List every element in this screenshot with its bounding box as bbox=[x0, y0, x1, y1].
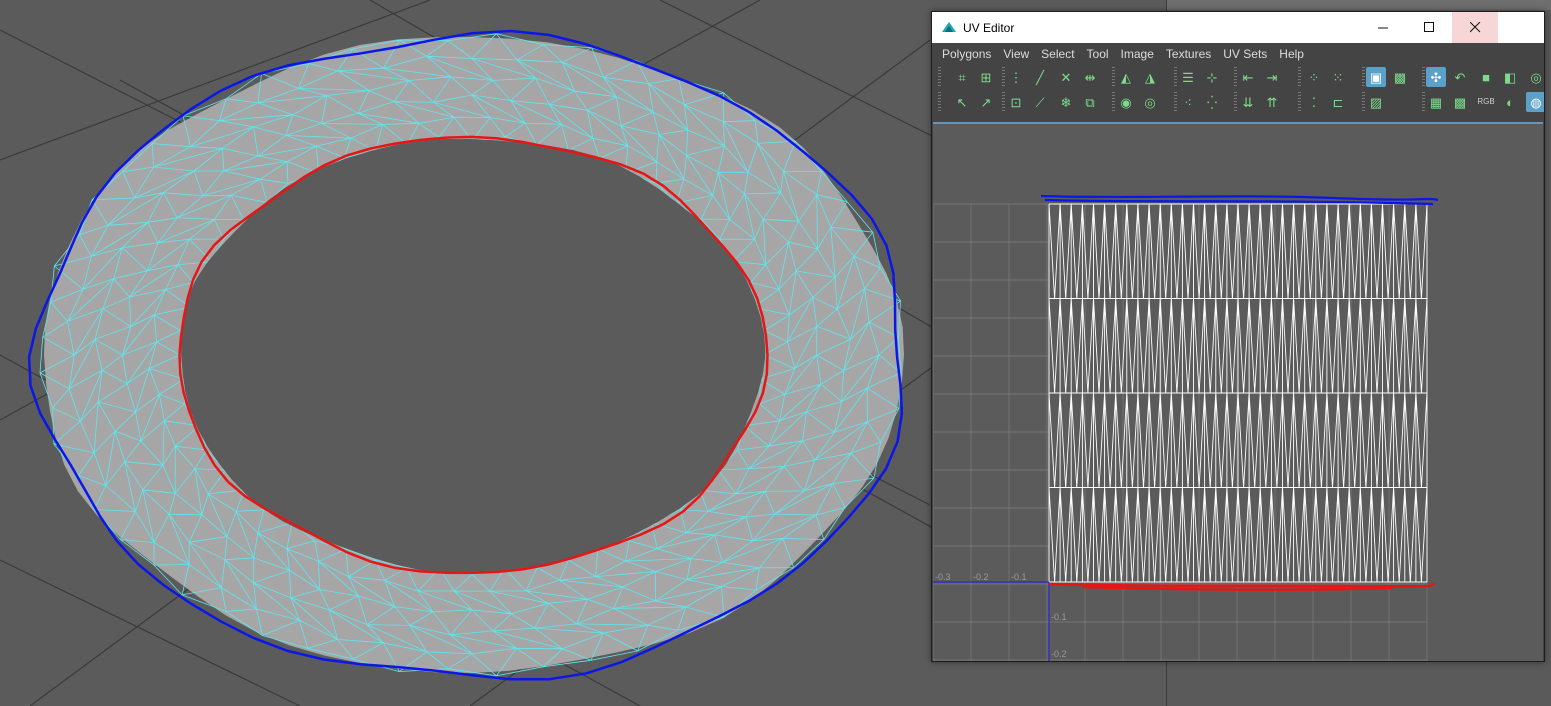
toolbar-grip[interactable] bbox=[1174, 92, 1177, 112]
v-tick-label: -0.1 bbox=[1051, 612, 1067, 622]
uv-canvas-drawing[interactable]: -0.3 -0.2 -0.1 -0.1 -0.2 bbox=[933, 124, 1543, 661]
uv-bottom-edge-annotation bbox=[1048, 582, 1436, 592]
move-up-icon[interactable]: ⇈ bbox=[1262, 92, 1282, 112]
toolbar-row-1: ⌗ ⊞ ⋮ ╱ ✕ ⇹ ◭ ◮ ☰ ⊹ ⇤ ⇥ ⁘ ⁙ ▣ ▩ ✣ ↶ ■ ◧ ◎ bbox=[932, 67, 1544, 91]
symmetrize-icon[interactable]: ⟋ bbox=[1030, 92, 1050, 112]
uv-shell-wireframe bbox=[1048, 203, 1428, 583]
toolbar-grip[interactable] bbox=[1002, 67, 1005, 87]
move-right-icon[interactable]: ⇥ bbox=[1262, 67, 1282, 87]
rgb-icon[interactable]: RGB bbox=[1476, 92, 1496, 112]
menu-help[interactable]: Help bbox=[1273, 47, 1310, 61]
menu-textures[interactable]: Textures bbox=[1160, 47, 1217, 61]
u-tick-label: -0.1 bbox=[1011, 572, 1027, 582]
close-icon bbox=[1469, 22, 1480, 33]
split-uv-icon[interactable]: ⇹ bbox=[1080, 67, 1100, 87]
shaded-sphere-icon[interactable]: ◐ bbox=[1500, 92, 1520, 112]
move-down-icon[interactable]: ⇊ bbox=[1238, 92, 1258, 112]
toolbar-grip[interactable] bbox=[1422, 92, 1425, 112]
normalize-icon[interactable]: ⁛ bbox=[1202, 92, 1222, 112]
toolbar-grip[interactable] bbox=[1174, 67, 1177, 87]
u-tick-label: -0.3 bbox=[935, 572, 951, 582]
unfold-icon[interactable]: ⊡ bbox=[1006, 92, 1026, 112]
toolbar-grip[interactable] bbox=[1112, 92, 1115, 112]
uv-edges bbox=[1048, 203, 1428, 583]
uv-editor-window[interactable]: UV Editor Polygons View Select Tool Imag… bbox=[931, 11, 1545, 662]
uv-unpin-icon[interactable]: ⊏ bbox=[1328, 92, 1348, 112]
window-title: UV Editor bbox=[963, 20, 1015, 35]
menu-tool[interactable]: Tool bbox=[1081, 47, 1115, 61]
maximize-icon bbox=[1423, 22, 1434, 32]
rotate-ccw-icon[interactable]: ◎ bbox=[1140, 92, 1160, 112]
ring-inner-hole bbox=[181, 139, 766, 574]
toolbar-grip[interactable] bbox=[1422, 67, 1425, 87]
maya-app-icon bbox=[942, 21, 956, 32]
pattern-icon[interactable]: ▩ bbox=[1450, 92, 1470, 112]
menu-uv-sets[interactable]: UV Sets bbox=[1217, 47, 1273, 61]
uv-axes bbox=[933, 581, 1050, 661]
side-panel-strip bbox=[1166, 0, 1551, 10]
toolbar-grip[interactable] bbox=[1234, 92, 1237, 112]
move-left-icon[interactable]: ⇤ bbox=[1238, 67, 1258, 87]
u-tick-label: -0.2 bbox=[973, 572, 989, 582]
toolbar-grip[interactable] bbox=[1298, 67, 1301, 87]
freeze-icon[interactable]: ❄ bbox=[1056, 92, 1076, 112]
lasso-icon[interactable]: ↗ bbox=[976, 92, 996, 112]
delete-edge-icon[interactable]: ✕ bbox=[1056, 67, 1076, 87]
menu-image[interactable]: Image bbox=[1115, 47, 1160, 61]
uv-editor-menubar: Polygons View Select Tool Image Textures… bbox=[932, 43, 1544, 64]
select-border-icon[interactable]: ⁙ bbox=[1328, 67, 1348, 87]
menu-view[interactable]: View bbox=[997, 47, 1035, 61]
color-icon[interactable]: ■ bbox=[1476, 67, 1496, 87]
close-button[interactable] bbox=[1452, 12, 1498, 43]
uv-grid-icon[interactable]: ⌗ bbox=[952, 67, 972, 87]
toolbar-grip[interactable] bbox=[1362, 67, 1365, 87]
uv-snap-icon[interactable]: ⊞ bbox=[976, 67, 996, 87]
menu-select[interactable]: Select bbox=[1035, 47, 1080, 61]
shading-icon[interactable]: ◎ bbox=[1526, 67, 1544, 87]
rotate-uv-icon[interactable]: ↶ bbox=[1450, 67, 1470, 87]
select-shell-icon[interactable]: ⁘ bbox=[1304, 67, 1324, 87]
toolbar-row-2: ↖ ↗ ⊡ ⟋ ❄ ⧉ ◉ ◎ ⁖ ⁛ ⇊ ⇈ ⁚ ⊏ ▨ ▦ ▩ RGB ◐ ◍ bbox=[932, 92, 1544, 116]
toolbar-grip[interactable] bbox=[938, 67, 941, 87]
stack-icon[interactable]: ⧉ bbox=[1080, 92, 1100, 112]
uv-toolbar: ⌗ ⊞ ⋮ ╱ ✕ ⇹ ◭ ◮ ☰ ⊹ ⇤ ⇥ ⁘ ⁙ ▣ ▩ ✣ ↶ ■ ◧ ◎ ↖ ↗ ⊡ ⟋ ❄ ⧉ ◉ ◎ ⁖ ⁛ ⇊ ⇈ ⁚ ⊏ ▨ ▦ ▩ R… bbox=[932, 64, 1544, 122]
uv-grid-snap-icon[interactable]: ✣ bbox=[1426, 67, 1446, 87]
v-tick-label: -0.2 bbox=[1051, 649, 1067, 659]
rotate-cw-icon[interactable]: ◉ bbox=[1116, 92, 1136, 112]
uv-canvas[interactable]: -0.3 -0.2 -0.1 -0.1 -0.2 bbox=[933, 122, 1543, 661]
uv-top-edge-annotation bbox=[1040, 194, 1439, 206]
texture-border-icon[interactable]: ◍ bbox=[1526, 92, 1544, 112]
flip-v-icon[interactable]: ◮ bbox=[1140, 67, 1160, 87]
toolbar-grip[interactable] bbox=[1112, 67, 1115, 87]
sew-uv-icon[interactable]: ╱ bbox=[1030, 67, 1050, 87]
menu-polygons[interactable]: Polygons bbox=[936, 47, 997, 61]
mask-icon[interactable]: ◧ bbox=[1500, 67, 1520, 87]
toolbar-grip[interactable] bbox=[938, 92, 941, 112]
checker-icon[interactable]: ▩ bbox=[1390, 67, 1410, 87]
uv-editor-titlebar[interactable]: UV Editor bbox=[932, 12, 1544, 43]
align-icon[interactable]: ☰ bbox=[1178, 67, 1198, 87]
toolbar-grip[interactable] bbox=[1298, 92, 1301, 112]
toolbar-grip[interactable] bbox=[1362, 92, 1365, 112]
minimize-icon bbox=[1377, 27, 1388, 29]
grid-icon[interactable]: ▦ bbox=[1426, 92, 1446, 112]
image-display-icon[interactable]: ▣ bbox=[1366, 67, 1386, 87]
layout-icon[interactable]: ⁖ bbox=[1178, 92, 1198, 112]
flip-u-icon[interactable]: ◭ bbox=[1116, 67, 1136, 87]
distribute-icon[interactable]: ⊹ bbox=[1202, 67, 1222, 87]
maximize-button[interactable] bbox=[1406, 12, 1452, 43]
select-arrow-icon[interactable]: ↖ bbox=[952, 92, 972, 112]
dim-image-icon[interactable]: ▨ bbox=[1366, 92, 1386, 112]
uv-pin-icon[interactable]: ⁚ bbox=[1304, 92, 1324, 112]
minimize-button[interactable] bbox=[1360, 12, 1406, 43]
toolbar-grip[interactable] bbox=[1002, 92, 1005, 112]
toolbar-grip[interactable] bbox=[1234, 67, 1237, 87]
cut-uv-icon[interactable]: ⋮ bbox=[1006, 67, 1026, 87]
